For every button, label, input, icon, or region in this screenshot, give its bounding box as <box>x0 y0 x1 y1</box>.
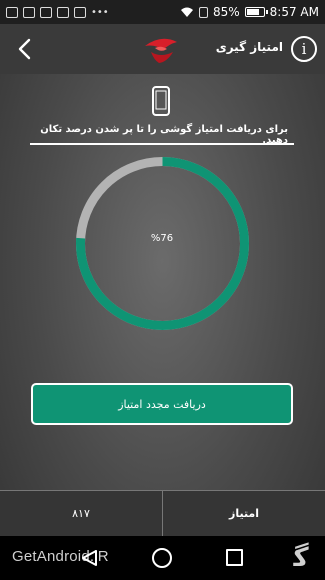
score-label: امتیاز <box>162 491 325 536</box>
sim-icon <box>199 6 208 18</box>
score-bar: ۸۱۷ امتیاز <box>0 490 325 536</box>
nav-recent-icon[interactable] <box>226 549 243 566</box>
info-icon[interactable]: i <box>291 36 317 62</box>
android-nav-bar: GetAndroid.iR ﮔ <box>0 536 325 580</box>
wifi-icon <box>181 7 193 17</box>
clock: 8:57 AM <box>269 5 319 19</box>
notification-icon <box>74 6 86 18</box>
phone-icon <box>152 86 170 116</box>
refresh-score-button[interactable]: دریافت مجدد امتیاز <box>31 383 293 425</box>
app-header: امتیاز گیری i <box>0 24 325 74</box>
notification-icon <box>40 6 52 18</box>
nav-home-icon[interactable] <box>152 548 172 568</box>
notification-icon <box>6 6 18 18</box>
more-icon: ••• <box>91 6 109 18</box>
progress-percent-label: %76 <box>150 233 174 244</box>
battery-icon <box>244 7 268 17</box>
watermark-logo-icon: ﮔ <box>293 543 309 573</box>
status-bar: ••• 85% 8:57 AM <box>0 0 325 24</box>
divider <box>30 143 294 145</box>
back-arrow-icon[interactable] <box>10 34 40 64</box>
notification-icon <box>23 6 35 18</box>
notification-icon <box>57 6 69 18</box>
logo-icon <box>145 38 177 63</box>
score-value: ۸۱۷ <box>72 507 90 520</box>
notification-icons: ••• <box>6 6 109 18</box>
battery-percent: 85% <box>213 5 240 19</box>
nav-back-icon[interactable] <box>80 548 100 568</box>
page-title: امتیاز گیری <box>215 40 283 54</box>
